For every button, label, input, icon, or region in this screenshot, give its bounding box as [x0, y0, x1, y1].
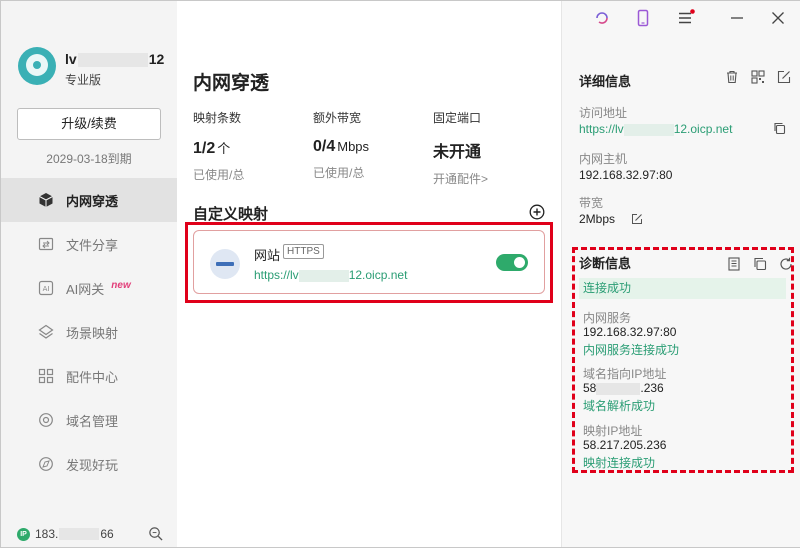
- edit-bandwidth-icon[interactable]: [631, 213, 643, 225]
- username-mask: [77, 53, 148, 68]
- menu-icon[interactable]: [677, 9, 695, 27]
- public-ip: IP 183. 66: [17, 527, 114, 541]
- stat-fixed-port: 固定端口 未开通 开通配件>: [433, 109, 553, 187]
- url-mask: [623, 123, 674, 136]
- ai-icon: AI: [37, 279, 55, 297]
- new-badge: new: [111, 279, 131, 291]
- sidebar-item-accessories[interactable]: 配件中心: [1, 354, 177, 398]
- discover-icon: [37, 455, 55, 473]
- phone-icon[interactable]: [634, 9, 652, 27]
- highlight-mapping-box: [185, 222, 553, 303]
- grid-icon: [37, 367, 55, 385]
- delete-icon[interactable]: [725, 70, 739, 84]
- ip-start: 183.: [35, 527, 59, 541]
- edition-label: 专业版: [65, 73, 102, 87]
- add-mapping-icon[interactable]: [529, 204, 545, 220]
- stat-bandwidth: 额外带宽 0/4 Mbps 已使用/总: [313, 109, 433, 181]
- sidebar-item-ai-gateway[interactable]: AI AI网关 new: [1, 266, 177, 310]
- username-end: 12: [148, 51, 165, 67]
- ip-icon: IP: [17, 527, 30, 541]
- sidebar-item-scene[interactable]: 场景映射: [1, 310, 177, 354]
- close-icon[interactable]: [769, 9, 787, 27]
- avatar[interactable]: [18, 47, 56, 85]
- sidebar-nav: 内网穿透 文件分享 AI AI网关 new 场景映射 配件中心 域名管理 发现好…: [1, 178, 177, 486]
- sidebar-item-label: 内网穿透: [66, 193, 119, 209]
- stat-value: 未开通: [433, 138, 553, 162]
- expire-date: 2029-03-18到期: [46, 152, 132, 166]
- bandwidth-value: 2Mbps: [579, 212, 616, 226]
- folder-share-icon: [37, 235, 55, 253]
- sidebar-item-label: 场景映射: [66, 325, 119, 341]
- sidebar-item-label: 发现好玩: [66, 457, 119, 473]
- url-start: https://lv: [579, 122, 624, 136]
- upgrade-button[interactable]: 升级/续费: [17, 108, 161, 140]
- stat-label: 额外带宽: [313, 111, 362, 125]
- page-title: 内网穿透: [193, 73, 270, 94]
- detail-toolbar: [725, 70, 791, 84]
- access-address-label: 访问地址: [579, 106, 628, 120]
- domain-icon: [37, 411, 55, 429]
- scene-icon: [37, 323, 55, 341]
- edit-icon[interactable]: [777, 70, 791, 84]
- svg-text:AI: AI: [43, 285, 50, 293]
- sidebar-item-label: 域名管理: [66, 413, 119, 429]
- stat-number: 未开通: [433, 144, 482, 161]
- stat-number: 1/2: [193, 140, 216, 157]
- ip-end: 66: [100, 527, 114, 541]
- sidebar-item-label: 文件分享: [66, 237, 119, 253]
- detail-title: 详细信息: [579, 74, 632, 89]
- section-title: 自定义映射: [193, 206, 269, 223]
- stat-value: 0/4 Mbps: [313, 138, 433, 156]
- stat-label: 映射条数: [193, 111, 242, 125]
- stat-sub: 已使用/总: [313, 166, 365, 180]
- copy-icon[interactable]: [773, 122, 786, 135]
- stat-mappings: 映射条数 1/2 个 已使用/总: [193, 109, 313, 183]
- username: lv 12: [65, 51, 165, 68]
- sidebar-item-domain[interactable]: 域名管理: [1, 398, 177, 442]
- stat-sub: 已使用/总: [193, 168, 245, 182]
- sidebar: lv 12 专业版 升级/续费 2029-03-18到期 内网穿透 文件分享 AI: [1, 1, 177, 547]
- sidebar-item-discover[interactable]: 发现好玩: [1, 442, 177, 486]
- sidebar-item-label: 配件中心: [66, 369, 119, 385]
- minimize-icon[interactable]: [728, 9, 746, 27]
- activate-accessory-link[interactable]: 开通配件>: [433, 170, 553, 187]
- stat-unit: 个: [217, 141, 231, 156]
- stat-value: 1/2 个: [193, 138, 313, 158]
- zoom-icon[interactable]: [148, 526, 163, 541]
- ip-mask: [59, 528, 100, 540]
- qrcode-icon[interactable]: [751, 70, 765, 84]
- username-start: lv: [65, 51, 77, 67]
- stat-unit: Mbps: [337, 139, 370, 154]
- sidebar-item-intranet[interactable]: 内网穿透: [1, 178, 177, 222]
- cube-icon: [37, 191, 55, 209]
- stat-label: 固定端口: [433, 111, 482, 125]
- support-icon[interactable]: [593, 9, 611, 27]
- sidebar-item-file-share[interactable]: 文件分享: [1, 222, 177, 266]
- title-bar: [581, 1, 800, 35]
- access-address-link[interactable]: https://lv 12.oicp.net: [579, 122, 732, 136]
- sidebar-item-label: AI网关: [66, 281, 105, 297]
- url-end: 12.oicp.net: [673, 122, 733, 136]
- host-value: 192.168.32.97:80: [579, 168, 673, 182]
- host-label: 内网主机: [579, 152, 628, 166]
- bandwidth-label: 带宽: [579, 196, 604, 210]
- highlight-diagnostics-box: [572, 247, 794, 473]
- stat-number: 0/4: [313, 138, 336, 155]
